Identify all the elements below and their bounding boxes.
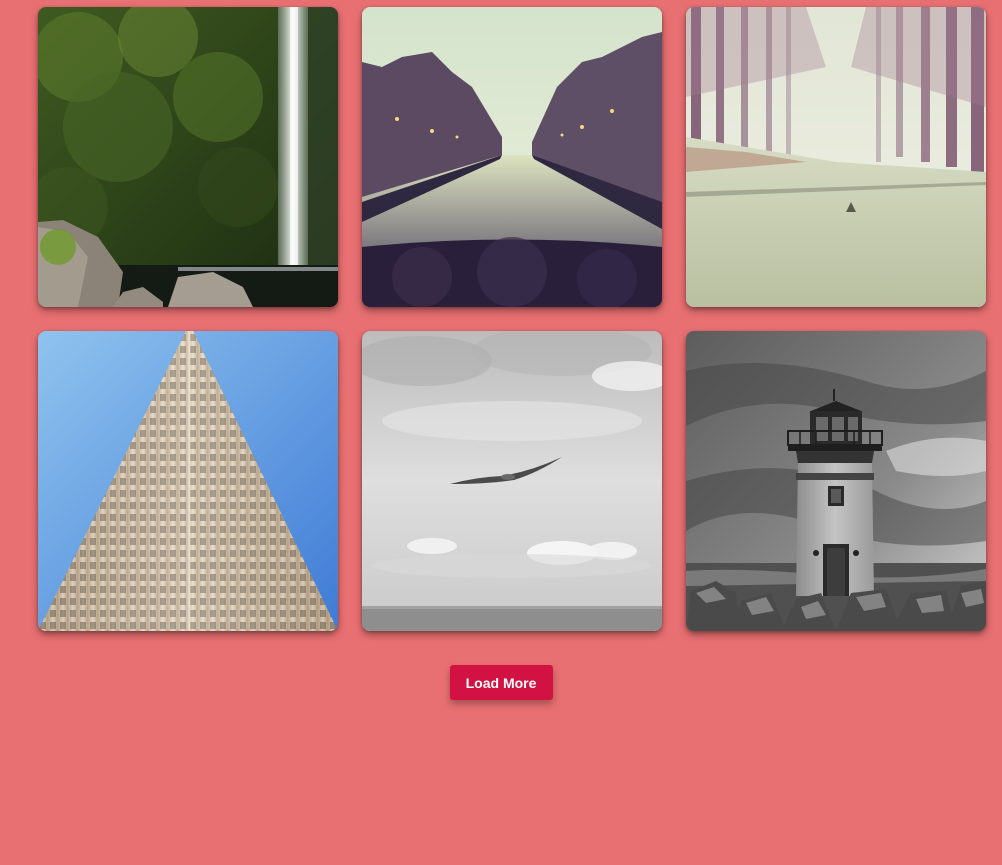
seagull-sky-photo (362, 331, 662, 631)
waterfall-photo (38, 7, 338, 307)
gallery-item-canal-city[interactable] (362, 7, 662, 307)
photo-gallery (38, 7, 986, 631)
load-more-button[interactable]: Load More (449, 665, 553, 700)
gallery-item-forest-road[interactable] (686, 7, 986, 307)
gallery-item-waterfall[interactable] (38, 7, 338, 307)
lighthouse-photo (686, 331, 986, 631)
canal-city-photo (362, 7, 662, 307)
gallery-item-seagull[interactable] (362, 331, 662, 631)
load-more-container: Load More (0, 665, 1002, 700)
gallery-item-lighthouse[interactable] (686, 331, 986, 631)
gallery-item-skyscraper[interactable] (38, 331, 338, 631)
forest-road-photo (686, 7, 986, 307)
skyscraper-photo (38, 331, 338, 631)
